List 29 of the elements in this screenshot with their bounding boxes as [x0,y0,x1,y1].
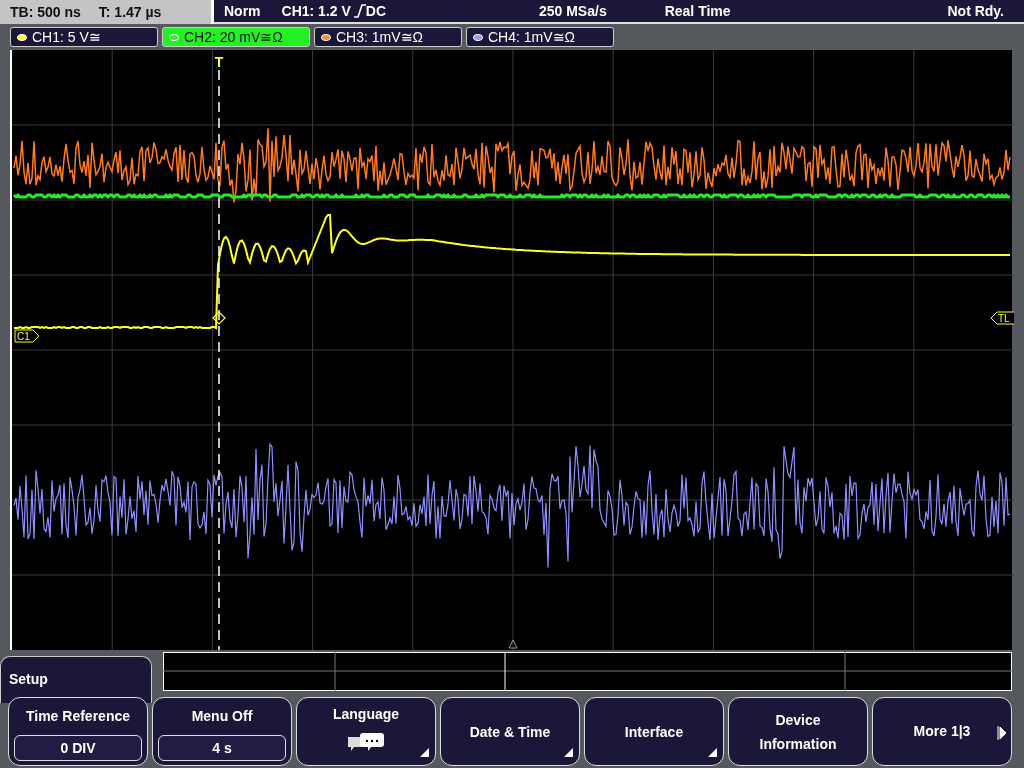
trigger-point-icon [212,311,226,325]
softkey[interactable]: Language [296,697,436,766]
trigger-mode: Norm [224,1,261,21]
channel-tab[interactable]: CH2: 20 mV≅Ω [162,27,310,47]
rising-edge-icon [353,4,366,18]
value-display: 4 s [158,735,286,761]
channel-tab[interactable]: CH4: 1mV≅Ω [466,27,614,47]
trigger-marker[interactable]: T [214,54,224,70]
channel-tab[interactable]: CH3: 1mV≅Ω [314,27,462,47]
acquisition-state: Not Rdy. [947,1,1004,21]
acquisition-mode: Real Time [664,1,731,21]
value-display: 0 DIV [14,735,142,761]
trigger-level: CH1: 1.2 V [281,1,351,21]
next-page-icon [997,726,1007,740]
sample-rate: 250 MSa/s [538,1,607,21]
softkey[interactable]: Menu Off 4 s [152,697,292,766]
trigger-level-marker[interactable]: TL [990,311,1014,325]
trigger-coupling: DC [365,1,387,21]
trigger-time-readout: T: 1.47 µs [98,2,162,22]
softkey[interactable]: Interface [584,697,724,766]
softkey[interactable]: More 1|3 [872,697,1012,766]
timebase-readout: TB: 500 ns [10,2,81,22]
softkey[interactable]: Time Reference 0 DIV [8,697,148,766]
center-marker-icon [508,639,518,649]
channel-marker[interactable]: C1 [14,329,40,343]
softkey[interactable]: Device Information [728,697,868,766]
channel-tab[interactable]: CH1: 5 V≅ [10,27,158,47]
softkey[interactable]: Date & Time [440,697,580,766]
speech-bubbles-icon [346,731,386,753]
